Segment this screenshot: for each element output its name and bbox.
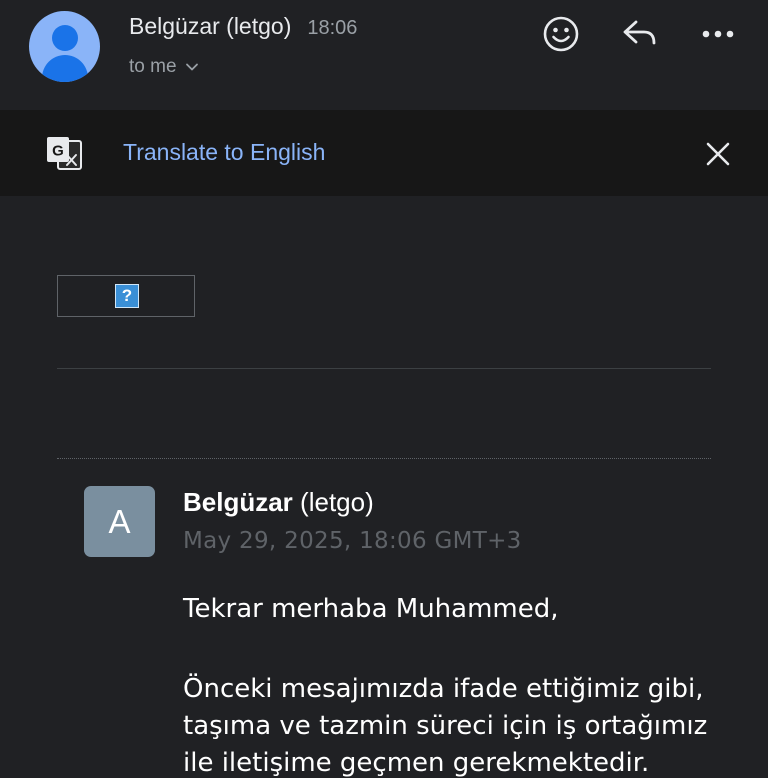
translate-bar xyxy=(0,110,768,196)
message-line: ile iletişime geçmen gerekmektedir. xyxy=(183,748,650,778)
avatar-person-head xyxy=(52,25,78,51)
translate-link[interactable]: Translate to English xyxy=(123,139,325,166)
sender-name[interactable]: Belgüzar (letgo) xyxy=(129,13,291,40)
translate-icon: G xyxy=(47,137,82,170)
broken-image-icon: ? xyxy=(115,284,139,308)
svg-text:G: G xyxy=(52,143,64,160)
message-line: taşıma ve tazmin süreci için iş ortağımı… xyxy=(183,711,708,741)
divider xyxy=(57,368,711,369)
message-line: Önceki mesajımızda ifade ettiğimiz gibi, xyxy=(183,674,704,704)
smiley-icon[interactable] xyxy=(541,14,581,54)
sender-line: Belgüzar (letgo) 18:06 xyxy=(129,13,357,43)
message-sender-name: Belgüzar xyxy=(183,487,293,517)
sender-avatar[interactable] xyxy=(29,11,100,82)
message-date: May 29, 2025, 18:06 GMT+3 xyxy=(183,528,522,554)
chevron-down-icon xyxy=(185,63,198,71)
dotted-divider xyxy=(57,458,711,459)
recipient-label: to me xyxy=(129,56,177,77)
more-icon[interactable] xyxy=(698,14,738,54)
recipient-details[interactable]: to me xyxy=(129,56,199,78)
close-icon[interactable] xyxy=(700,136,736,172)
sent-time: 18:06 xyxy=(307,17,358,39)
reply-icon[interactable] xyxy=(619,14,659,54)
message-sender-suffix: (letgo) xyxy=(300,487,374,517)
message-sender: Belgüzar (letgo) xyxy=(183,487,374,518)
broken-image: ? xyxy=(57,275,195,317)
message-greeting: Tekrar merhaba Muhammed, xyxy=(183,594,559,624)
avatar-person-body xyxy=(42,55,88,82)
message-avatar: A xyxy=(84,486,155,557)
